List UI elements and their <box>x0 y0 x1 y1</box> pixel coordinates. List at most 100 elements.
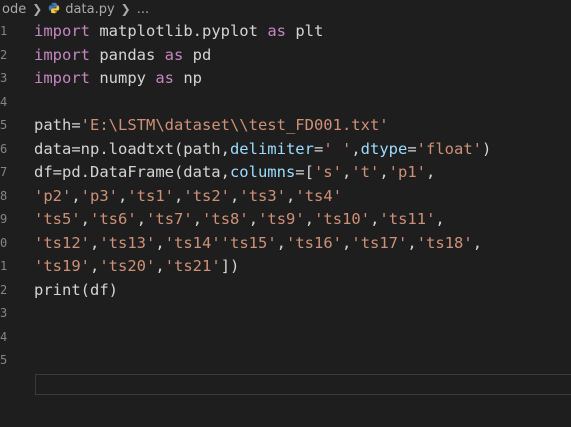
code-token: , <box>407 233 417 252</box>
code-line[interactable]: import numpy as np <box>34 67 491 91</box>
code-token: import <box>34 45 90 64</box>
code-line[interactable]: import matplotlib.pyplot as plt <box>34 20 491 44</box>
code-token: 'float' <box>416 139 482 158</box>
code-area[interactable]: import matplotlib.pyplot as plt import pa… <box>34 20 491 373</box>
code-token: , <box>192 210 203 228</box>
code-token: 'ts19' <box>34 257 90 275</box>
code-token: data=np.loadtxt(path, <box>34 139 230 158</box>
code-token: 'ts10' <box>314 210 371 228</box>
code-token: ) <box>482 139 492 158</box>
code-token: ]) <box>220 257 240 275</box>
code-token: 'ts9' <box>258 210 305 228</box>
code-token: 'ts1' <box>127 186 175 205</box>
code-token: , <box>174 186 184 205</box>
code-line[interactable]: print(df) <box>34 279 491 303</box>
code-token: , <box>118 186 128 205</box>
breadcrumb-file[interactable]: data.py <box>46 2 116 17</box>
code-line[interactable]: data=np.loadtxt(path,delimiter=' ',dtype… <box>34 138 491 162</box>
breadcrumb: ode ❯ data.py ❯ ... <box>0 0 571 18</box>
code-token: path= <box>34 116 81 134</box>
code-token: 'ts3' <box>239 186 287 205</box>
code-token: , <box>304 210 315 228</box>
line-number: 5 <box>0 118 8 132</box>
code-token: as <box>164 45 184 64</box>
code-token: print(df) <box>34 280 118 299</box>
code-token: 'ts11' <box>379 210 436 228</box>
code-token: dtype <box>360 139 408 158</box>
code-token: 'p1' <box>388 163 426 181</box>
code-token: , <box>472 233 483 252</box>
code-token: 'ts17' <box>351 233 408 252</box>
code-token: 'ts20' <box>99 257 156 275</box>
code-token: = <box>313 139 324 158</box>
code-token: , <box>71 186 81 205</box>
code-token: import <box>34 69 90 87</box>
code-token: np <box>174 69 202 87</box>
code-token: 'ts8' <box>202 210 249 228</box>
line-number: 8 <box>0 188 8 203</box>
line-number: 4 <box>0 94 8 109</box>
code-token: columns <box>229 163 296 181</box>
code-token: 'ts4' <box>295 186 343 205</box>
code-token: 'p3' <box>80 186 118 205</box>
code-token: 's' <box>313 163 342 181</box>
code-token: delimiter <box>229 139 314 158</box>
line-number: 7 <box>0 165 8 179</box>
code-line[interactable]: 'p2','p3','ts1','ts2','ts3','ts4' <box>34 185 491 209</box>
code-token: , <box>136 210 147 228</box>
line-number: 9 <box>0 212 8 226</box>
line-number: 2 <box>0 282 8 297</box>
code-line[interactable] <box>34 91 491 115</box>
code-line[interactable] <box>34 349 491 373</box>
chevron-right-icon: ❯ <box>120 2 131 16</box>
chevron-right-icon: ❯ <box>32 2 43 16</box>
code-token: 'p2' <box>34 186 72 205</box>
code-token: , <box>341 163 352 181</box>
code-token: 't' <box>351 163 380 181</box>
line-number: 3 <box>0 71 8 85</box>
code-line[interactable] <box>34 302 491 326</box>
code-token: ' ' <box>323 139 352 158</box>
code-token: as <box>155 69 174 87</box>
code-token: pandas <box>90 45 165 64</box>
code-token: 'ts16' <box>286 233 343 252</box>
code-token: 'ts18' <box>416 233 473 252</box>
code-editor[interactable]: 1 2 3 4 5 6 7 8 9 0 1 2 3 4 5 import matplotlib.pyplot… <box>0 20 571 427</box>
code-token: numpy <box>90 69 156 87</box>
code-token: , <box>90 257 100 275</box>
line-number: 2 <box>0 47 8 62</box>
code-line[interactable]: path='E:\LSTM\dataset\\test_FD001.txt' <box>34 114 491 138</box>
code-token: 'E:\LSTM\dataset\\test_FD001.txt' <box>80 116 389 134</box>
code-token: 'ts12' <box>34 233 90 252</box>
code-line[interactable]: import pandas as pd <box>34 44 491 68</box>
code-token: , <box>90 233 100 252</box>
code-token: pd <box>183 45 212 64</box>
line-number: 3 <box>0 306 8 320</box>
code-token: , <box>155 233 165 252</box>
code-token: import <box>34 22 90 40</box>
code-token: , <box>435 210 445 228</box>
code-token: , <box>286 186 296 205</box>
code-token: = <box>407 139 417 158</box>
code-token: , <box>230 186 240 205</box>
current-line-highlight <box>35 374 571 395</box>
code-token: 'ts5' <box>34 210 81 228</box>
code-token: 'ts7' <box>146 210 193 228</box>
code-token: , <box>155 257 165 275</box>
code-token: , <box>80 210 91 228</box>
code-token: plt <box>285 22 324 40</box>
line-number: 4 <box>0 329 8 344</box>
breadcrumb-more[interactable]: ... <box>135 2 151 17</box>
code-line[interactable]: 'ts5','ts6','ts7','ts8','ts9','ts10','ts… <box>34 208 491 232</box>
breadcrumb-folder[interactable]: ode <box>0 2 28 17</box>
line-number: 1 <box>0 24 8 38</box>
code-token: , <box>276 233 287 252</box>
line-number: 1 <box>0 259 8 273</box>
code-token: 'ts13' <box>99 233 156 252</box>
breadcrumb-file-label: data.py <box>65 1 115 17</box>
code-line[interactable] <box>34 326 491 350</box>
code-line[interactable]: 'ts19','ts20','ts21']) <box>34 255 491 279</box>
code-token: matplotlib.pyplot <box>90 22 268 40</box>
code-line[interactable]: df=pd.DataFrame(data,columns=['s','t','p… <box>34 161 491 185</box>
code-line[interactable]: 'ts12','ts13','ts14''ts15','ts16','ts17'… <box>34 232 491 256</box>
